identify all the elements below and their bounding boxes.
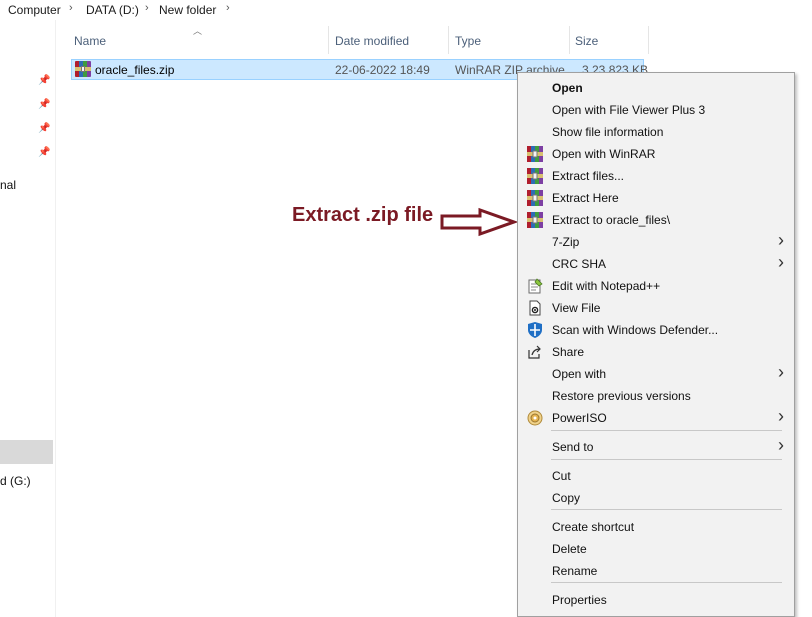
column-header-date-modified[interactable]: Date modified [329,24,448,56]
menu-item[interactable]: Open with WinRAR [518,143,794,165]
menu-item[interactable]: Open with › [518,362,794,385]
menu-item[interactable]: CRC SHA › [518,252,794,275]
menu-separator [551,509,782,510]
breadcrumb-computer[interactable]: Computer [8,3,61,17]
menu-item-label: Extract Here [552,191,619,205]
menu-item[interactable]: Open with File Viewer Plus 3 [518,99,794,121]
file-name: oracle_files.zip [95,63,175,77]
column-divider[interactable] [648,26,649,54]
menu-item[interactable]: Copy [518,487,794,509]
menu-item[interactable]: Extract files... [518,165,794,187]
pin-icon: 📌 [38,123,51,134]
chevron-right-icon: › [778,230,784,250]
menu-item[interactable]: Cut [518,465,794,487]
poweriso-icon [527,410,543,426]
menu-item[interactable]: Show file information [518,121,794,143]
menu-item[interactable]: Rename [518,560,794,582]
menu-item-label: Open with WinRAR [552,147,656,161]
menu-item[interactable]: Extract Here [518,187,794,209]
chevron-right-icon: › [778,435,784,455]
winrar-icon [527,168,543,184]
menu-item-label: View File [552,301,601,315]
menu-item-label: Edit with Notepad++ [552,279,661,293]
menu-item[interactable]: PowerISO › [518,406,794,429]
menu-item-label: Open with File Viewer Plus 3 [552,103,706,117]
breadcrumb: Computer › DATA (D:) › New folder › [0,0,812,20]
chevron-right-icon: › [778,362,784,382]
navigation-pane: 📌 📌 📌 📌 nal d (G:) [0,20,56,617]
menu-item[interactable]: Edit with Notepad++ [518,275,794,297]
winrar-icon [527,212,543,228]
pin-icon: 📌 [38,75,51,86]
menu-item-label: Open with [552,367,607,381]
column-header-name[interactable]: Name [68,24,328,56]
chevron-right-icon: › [778,406,784,426]
nav-item-selected[interactable] [0,440,53,464]
menu-item-label: PowerISO [552,411,607,425]
winrar-icon [527,190,543,206]
menu-item-label: Delete [552,542,587,556]
view-file-icon [527,300,543,316]
menu-item-label: Open [552,81,583,95]
annotation-arrow-icon [440,207,519,237]
breadcrumb-separator: › [226,2,230,14]
menu-separator [551,582,782,583]
annotation-label: Extract .zip file [292,204,434,226]
menu-item[interactable]: Share [518,341,794,363]
menu-item[interactable]: 7-Zip › [518,230,794,253]
menu-item-label: Create shortcut [552,520,635,534]
column-header-size[interactable]: Size [570,24,648,56]
menu-item-label: CRC SHA [552,257,607,271]
menu-item-label: Restore previous versions [552,389,691,403]
menu-item[interactable]: Scan with Windows Defender... [518,319,794,341]
menu-item-label: Extract to oracle_files\ [552,213,671,227]
menu-item-label: Send to [552,440,594,454]
column-header-type[interactable]: Type [449,24,569,56]
column-label: Date modified [335,34,410,48]
winrar-icon [527,146,543,162]
menu-item[interactable]: Restore previous versions [518,385,794,407]
menu-item-label: Scan with Windows Defender... [552,323,719,337]
menu-item-label: Extract files... [552,169,625,183]
breadcrumb-separator: › [145,2,149,14]
menu-item-label: Cut [552,469,571,483]
column-label: Name [74,34,107,48]
breadcrumb-separator: › [69,2,73,14]
context-menu: Open Open with File Viewer Plus 3 Show fil… [517,72,795,617]
pin-icon: 📌 [38,99,51,110]
menu-item[interactable]: Properties [518,589,794,611]
chevron-right-icon: › [778,252,784,272]
menu-item-label: Show file information [552,125,664,139]
menu-separator [551,459,782,460]
breadcrumb-new-folder[interactable]: New folder [159,3,216,17]
menu-item-label: Share [552,345,585,359]
column-label: Type [455,34,482,48]
pin-icon: 📌 [38,147,51,158]
menu-item-label: 7-Zip [552,235,580,249]
menu-item[interactable]: View File [518,297,794,319]
menu-item[interactable]: Extract to oracle_files\ [518,209,794,231]
menu-item-label: Copy [552,491,581,505]
windows-defender-icon [527,322,543,338]
menu-item-label: Properties [552,593,607,607]
breadcrumb-data-drive[interactable]: DATA (D:) [86,3,139,17]
menu-item[interactable]: Send to › [518,435,794,458]
file-date-modified: 22-06-2022 18:49 [335,63,430,77]
share-icon [527,344,543,360]
menu-item-label: Rename [552,564,598,578]
column-label: Size [575,34,599,48]
nav-item-drive-g[interactable]: d (G:) [0,474,31,488]
menu-item[interactable]: Open [518,77,794,99]
menu-separator [551,430,782,431]
menu-item[interactable]: Create shortcut [518,516,794,538]
nav-item-partial[interactable]: nal [0,178,16,192]
menu-item[interactable]: Delete [518,538,794,560]
winrar-icon [75,61,91,77]
notepad-plus-plus-icon [527,278,543,294]
